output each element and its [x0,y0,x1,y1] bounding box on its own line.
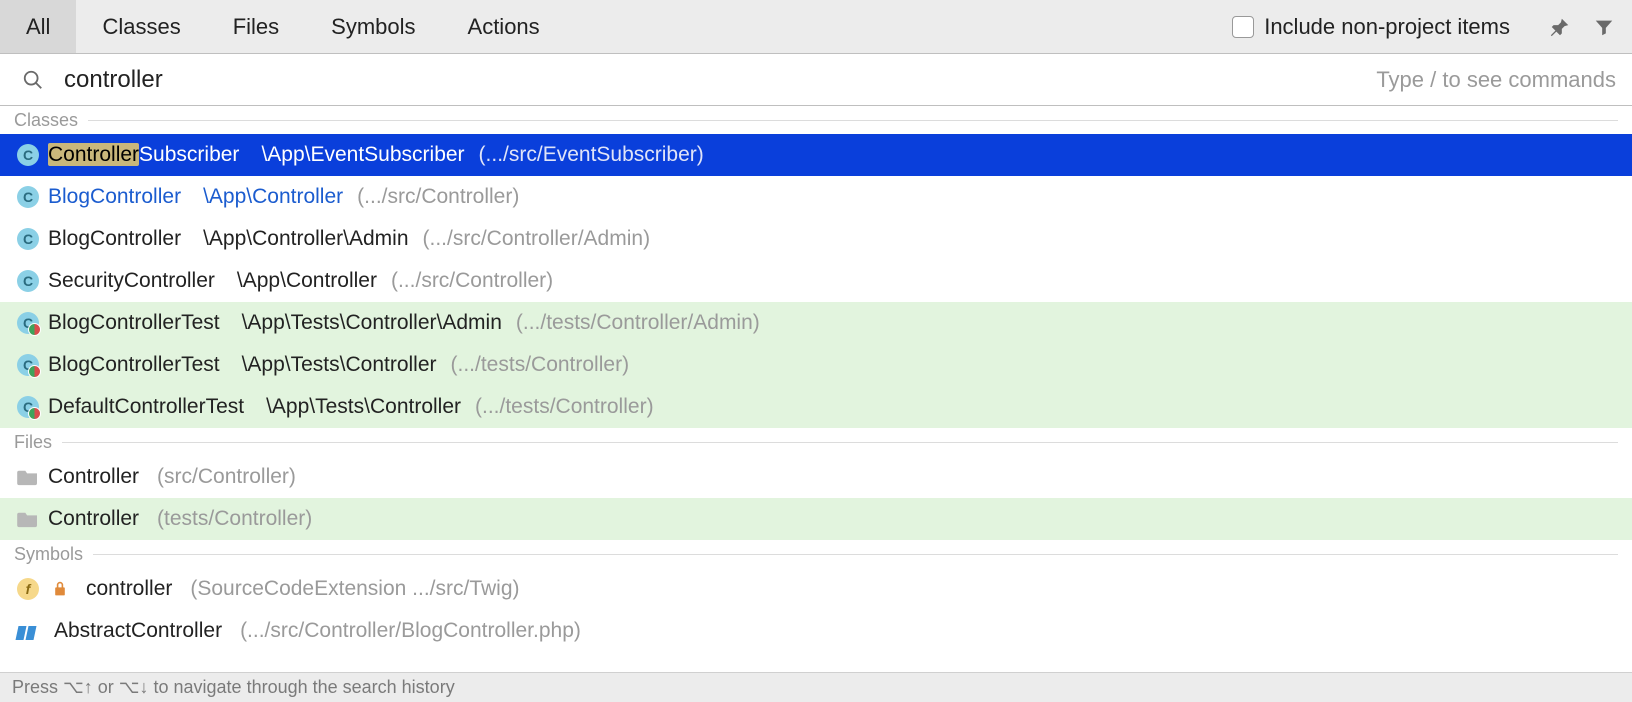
class-icon: C [16,185,40,209]
result-row[interactable]: AbstractController(.../src/Controller/Bl… [0,610,1632,652]
test-class-icon: C [16,353,40,377]
search-bar: Type / to see commands [0,54,1632,106]
section-label: Classes [14,110,78,131]
result-row[interactable]: CBlogController\App\Controller(.../src/C… [0,176,1632,218]
test-class-icon: C [16,395,40,419]
folder-icon [16,507,40,531]
tab-files[interactable]: Files [207,0,305,53]
result-row[interactable]: fcontroller(SourceCodeExtension .../src/… [0,568,1632,610]
tab-all[interactable]: All [0,0,76,53]
section-label: Symbols [14,544,83,565]
lock-icon [48,577,72,601]
abstract-icon [16,619,40,643]
search-hint: Type / to see commands [1376,67,1616,93]
folder-icon [16,465,40,489]
result-row[interactable]: CBlogControllerTest\App\Tests\Controller… [0,302,1632,344]
search-icon [22,69,44,91]
result-row[interactable]: CControllerSubscriber\App\EventSubscribe… [0,134,1632,176]
section-header-classes: Classes [0,106,1632,134]
class-icon: C [16,143,40,167]
result-row[interactable]: CBlogControllerTest\App\Tests\Controller… [0,344,1632,386]
tab-bar: All Classes Files Symbols Actions Includ… [0,0,1632,54]
result-row[interactable]: CBlogController\App\Controller\Admin(...… [0,218,1632,260]
include-nonproject-checkbox[interactable] [1232,16,1254,38]
field-icon: f [16,577,40,601]
result-row[interactable]: CSecurityController\App\Controller(.../s… [0,260,1632,302]
results-area: Classes CControllerSubscriber\App\EventS… [0,106,1632,672]
result-row[interactable]: CDefaultControllerTest\App\Tests\Control… [0,386,1632,428]
search-input[interactable] [64,66,1376,94]
section-label: Files [14,432,52,453]
section-header-files: Files [0,428,1632,456]
pin-icon[interactable] [1548,15,1572,39]
section-header-symbols: Symbols [0,540,1632,568]
footer-hint: Press ⌥↑ or ⌥↓ to navigate through the s… [0,672,1632,702]
tab-symbols[interactable]: Symbols [305,0,441,53]
class-icon: C [16,269,40,293]
tab-actions[interactable]: Actions [442,0,566,53]
result-row[interactable]: Controller(tests/Controller) [0,498,1632,540]
result-row[interactable]: Controller(src/Controller) [0,456,1632,498]
class-icon: C [16,227,40,251]
include-nonproject-label: Include non-project items [1264,14,1510,40]
test-class-icon: C [16,311,40,335]
tab-classes[interactable]: Classes [76,0,206,53]
filter-icon[interactable] [1592,15,1616,39]
